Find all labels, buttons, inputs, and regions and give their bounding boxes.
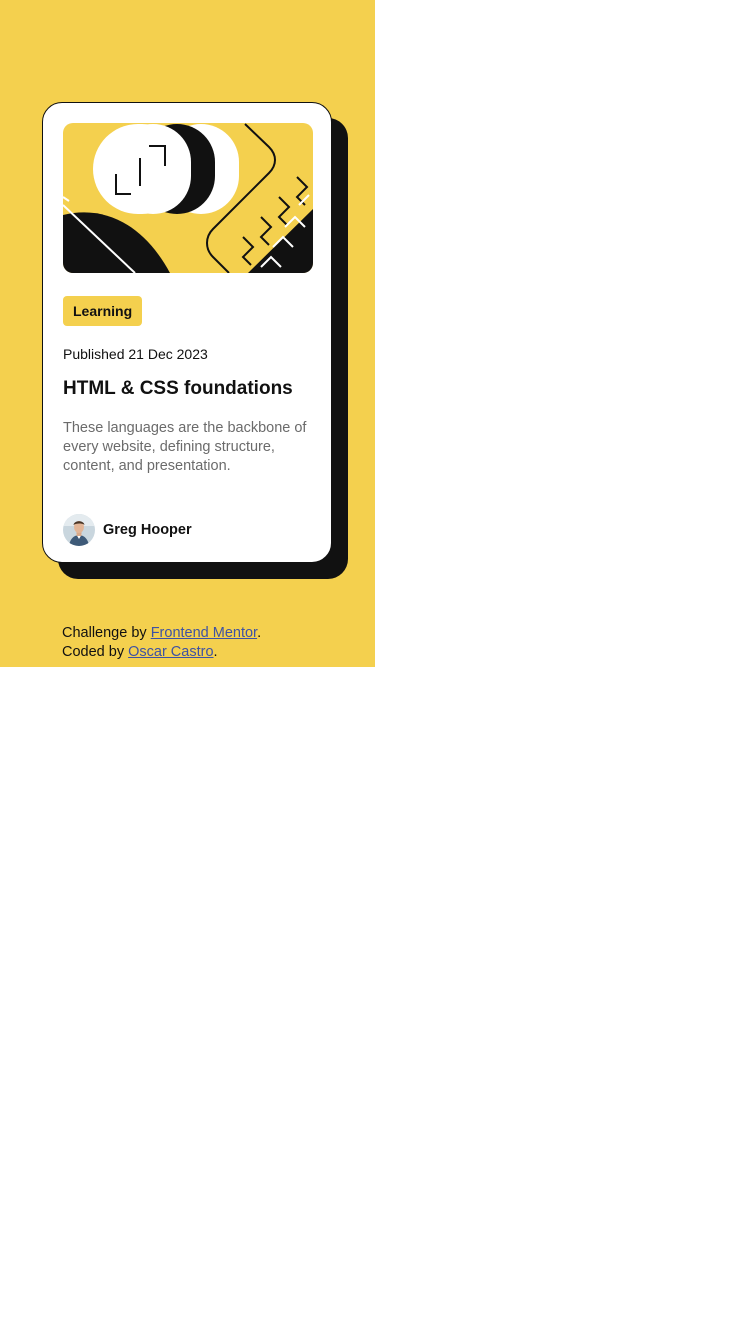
author-name: Greg Hooper <box>103 522 192 538</box>
attribution-period: . <box>257 625 262 641</box>
category-badge: Learning <box>63 296 143 326</box>
author: Greg Hooper <box>63 514 192 546</box>
attribution-coded-text: Coded by <box>62 644 125 660</box>
attribution-period-2: . <box>213 644 218 660</box>
article-description: These languages are the backbone of ever… <box>63 420 307 474</box>
attribution-challenge-text: Challenge by <box>62 625 147 641</box>
article-title[interactable]: HTML & CSS foundations <box>63 378 293 400</box>
article-illustration <box>63 123 313 273</box>
author-avatar <box>63 514 95 546</box>
frontend-mentor-link[interactable]: Frontend Mentor <box>151 625 257 641</box>
blog-preview-card: Learning Published 21 Dec 2023 HTML & CS… <box>42 102 332 563</box>
published-date: Published 21 Dec 2023 <box>63 346 208 362</box>
attribution: Challenge by Frontend Mentor. Coded by O… <box>62 624 332 662</box>
page-background: Learning Published 21 Dec 2023 HTML & CS… <box>0 0 375 667</box>
author-profile-link[interactable]: Oscar Castro <box>128 644 213 660</box>
